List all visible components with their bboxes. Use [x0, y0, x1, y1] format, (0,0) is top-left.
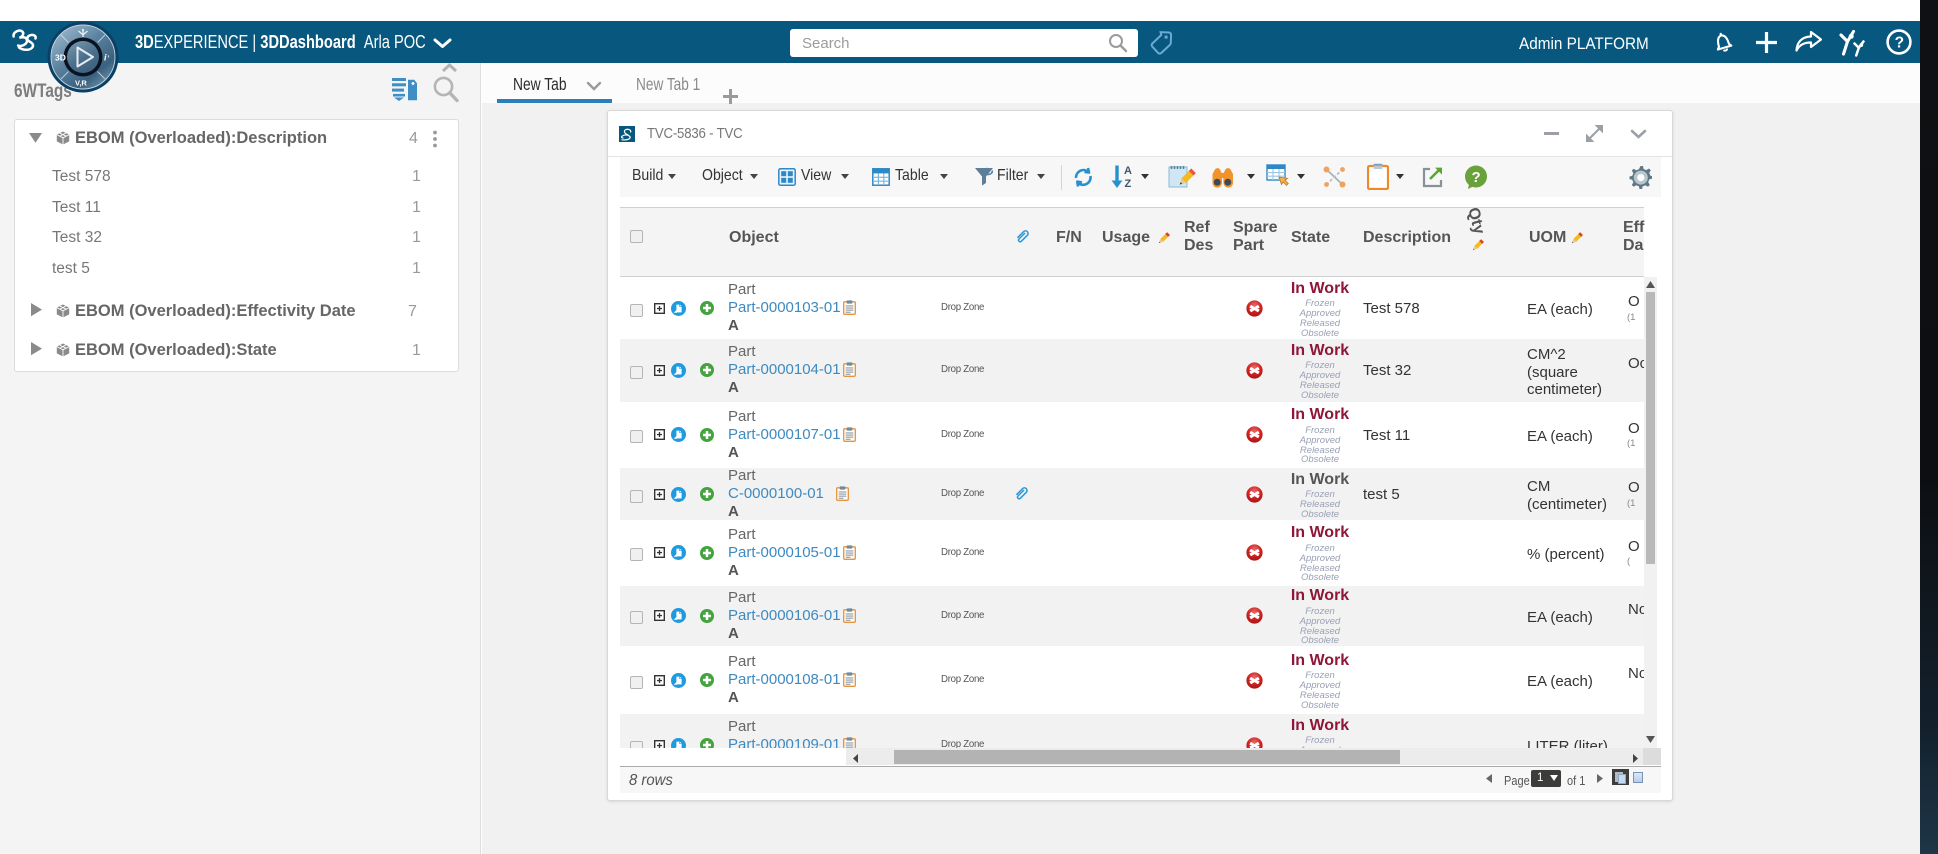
svg-text:,: ,	[108, 52, 110, 59]
svg-text:Z: Z	[1125, 178, 1132, 190]
svg-text:?: ?	[1472, 169, 1481, 186]
svg-text:?: ?	[1895, 34, 1904, 51]
svg-text:V,R: V,R	[75, 79, 87, 88]
svg-text:A: A	[1124, 165, 1132, 177]
svg-text:3D: 3D	[55, 53, 66, 63]
